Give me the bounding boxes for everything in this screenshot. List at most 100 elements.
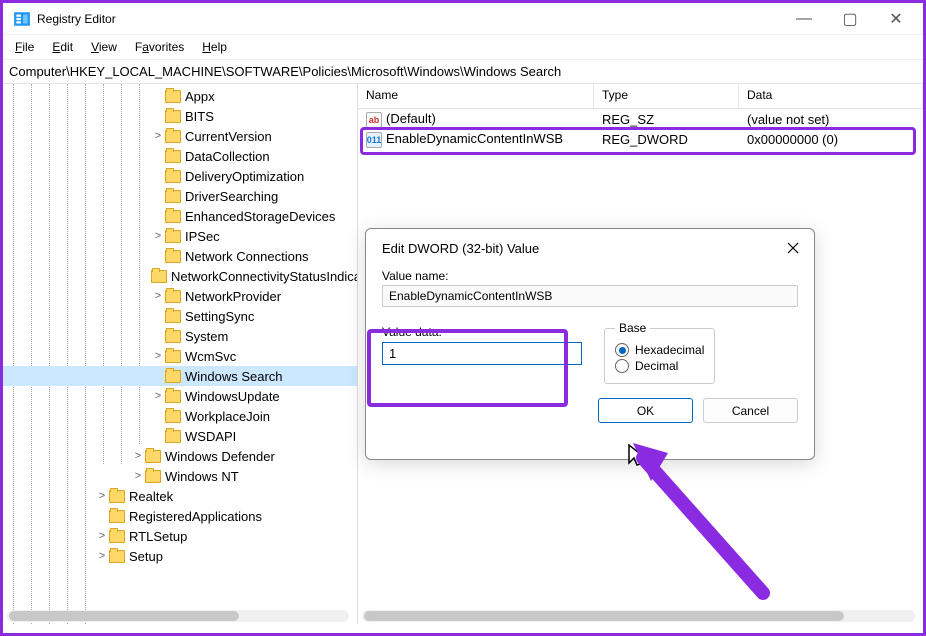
tree-item-label: DataCollection xyxy=(185,149,270,164)
tree-item-label: RegisteredApplications xyxy=(129,509,262,524)
chevron-right-icon: > xyxy=(95,550,109,562)
value-name-field: EnableDynamicContentInWSB xyxy=(382,285,798,307)
tree-item-label: NetworkProvider xyxy=(185,289,281,304)
folder-icon xyxy=(145,450,161,463)
tree-item-network-connections[interactable]: Network Connections xyxy=(3,246,357,266)
folder-icon xyxy=(165,210,181,223)
tree-item-windows-search[interactable]: Windows Search xyxy=(3,366,357,386)
tree-pane[interactable]: Appx BITS > CurrentVersion DataCollection Del… xyxy=(3,84,358,624)
highlight-annotation-input xyxy=(367,329,568,407)
cancel-button[interactable]: Cancel xyxy=(703,398,798,423)
tree-item-label: Windows Search xyxy=(185,369,283,384)
menu-favorites[interactable]: Favorites xyxy=(127,38,192,56)
tree-item-rtlsetup[interactable]: >RTLSetup xyxy=(3,526,357,546)
tree-item-wcmsvc[interactable]: >WcmSvc xyxy=(3,346,357,366)
menu-file[interactable]: File xyxy=(7,38,42,56)
chevron-right-icon: > xyxy=(151,350,165,362)
dialog-title: Edit DWORD (32-bit) Value xyxy=(382,241,539,256)
value-name-label: Value name: xyxy=(382,269,798,283)
minimize-button[interactable]: — xyxy=(781,4,827,34)
tree-item-windows-nt[interactable]: >Windows NT xyxy=(3,466,357,486)
value-row[interactable]: ab(Default)REG_SZ(value not set) xyxy=(358,109,923,129)
window-title: Registry Editor xyxy=(37,12,781,26)
folder-icon xyxy=(165,370,181,383)
tree-item-deliveryoptimization[interactable]: DeliveryOptimization xyxy=(3,166,357,186)
menubar: File Edit View Favorites Help xyxy=(3,35,923,59)
radio-hex-indicator xyxy=(615,343,629,357)
chevron-right-icon: > xyxy=(131,470,145,482)
folder-icon xyxy=(145,470,161,483)
folder-icon xyxy=(165,390,181,403)
tree-item-label: BITS xyxy=(185,109,214,124)
arrow-annotation xyxy=(623,433,773,603)
tree-item-appx[interactable]: Appx xyxy=(3,86,357,106)
tree-item-driversearching[interactable]: DriverSearching xyxy=(3,186,357,206)
tree-item-networkconnectivitystatusindicator[interactable]: NetworkConnectivityStatusIndicator xyxy=(3,266,357,286)
string-value-icon: ab xyxy=(366,112,382,128)
tree-item-label: DeliveryOptimization xyxy=(185,169,304,184)
folder-icon xyxy=(165,250,181,263)
tree-item-bits[interactable]: BITS xyxy=(3,106,357,126)
address-bar[interactable]: Computer\HKEY_LOCAL_MACHINE\SOFTWARE\Pol… xyxy=(3,59,923,84)
tree-item-label: Setup xyxy=(129,549,163,564)
folder-icon xyxy=(165,230,181,243)
menu-help[interactable]: Help xyxy=(194,38,235,56)
folder-icon xyxy=(165,430,181,443)
list-scrollbar[interactable] xyxy=(362,610,915,622)
tree-item-networkprovider[interactable]: > NetworkProvider xyxy=(3,286,357,306)
folder-icon xyxy=(165,130,181,143)
tree-item-currentversion[interactable]: > CurrentVersion xyxy=(3,126,357,146)
tree-item-windows-defender[interactable]: >Windows Defender xyxy=(3,446,357,466)
folder-icon xyxy=(151,270,167,283)
chevron-right-icon: > xyxy=(151,290,165,302)
tree-item-label: IPSec xyxy=(185,229,220,244)
menu-view[interactable]: View xyxy=(83,38,125,56)
chevron-right-icon: > xyxy=(151,230,165,242)
ok-button[interactable]: OK xyxy=(598,398,693,423)
regedit-icon xyxy=(13,10,31,28)
registry-editor-window: Registry Editor — ▢ ✕ File Edit View Fav… xyxy=(0,0,926,636)
chevron-right-icon: > xyxy=(95,490,109,502)
chevron-right-icon: > xyxy=(151,390,165,402)
tree-item-label: Windows Defender xyxy=(165,449,275,464)
maximize-button[interactable]: ▢ xyxy=(827,4,873,34)
tree-item-label: WindowsUpdate xyxy=(185,389,280,404)
folder-icon xyxy=(165,330,181,343)
tree-item-label: RTLSetup xyxy=(129,529,187,544)
folder-icon xyxy=(165,290,181,303)
dialog-close-button[interactable] xyxy=(784,239,802,257)
chevron-right-icon: > xyxy=(151,130,165,142)
titlebar[interactable]: Registry Editor — ▢ ✕ xyxy=(3,3,923,35)
tree-item-wsdapi[interactable]: WSDAPI xyxy=(3,426,357,446)
tree-scrollbar[interactable] xyxy=(7,610,349,622)
radio-dec[interactable]: Decimal xyxy=(615,359,704,373)
radio-dec-indicator xyxy=(615,359,629,373)
close-window-button[interactable]: ✕ xyxy=(873,4,919,34)
tree-item-settingsync[interactable]: SettingSync xyxy=(3,306,357,326)
tree-item-label: EnhancedStorageDevices xyxy=(185,209,335,224)
col-type[interactable]: Type xyxy=(594,84,739,108)
tree-item-realtek[interactable]: >Realtek xyxy=(3,486,357,506)
tree-item-ipsec[interactable]: > IPSec xyxy=(3,226,357,246)
tree-item-label: Network Connections xyxy=(185,249,309,264)
tree-item-workplacejoin[interactable]: WorkplaceJoin xyxy=(3,406,357,426)
tree-item-enhancedstoragedevices[interactable]: EnhancedStorageDevices xyxy=(3,206,357,226)
base-group: Base Hexadecimal Decimal xyxy=(604,321,715,384)
tree-item-registeredapplications[interactable]: RegisteredApplications xyxy=(3,506,357,526)
folder-icon xyxy=(165,170,181,183)
tree-item-setup[interactable]: > Setup xyxy=(3,546,357,566)
tree-item-label: DriverSearching xyxy=(185,189,278,204)
radio-hex[interactable]: Hexadecimal xyxy=(615,343,704,357)
folder-icon xyxy=(165,90,181,103)
col-name[interactable]: Name xyxy=(358,84,594,108)
folder-icon xyxy=(165,310,181,323)
tree-item-label: CurrentVersion xyxy=(185,129,272,144)
folder-icon xyxy=(165,110,181,123)
tree-item-datacollection[interactable]: DataCollection xyxy=(3,146,357,166)
tree-item-windowsupdate[interactable]: > WindowsUpdate xyxy=(3,386,357,406)
menu-edit[interactable]: Edit xyxy=(44,38,81,56)
tree-item-system[interactable]: System xyxy=(3,326,357,346)
list-header: Name Type Data xyxy=(358,84,923,109)
tree-item-label: Appx xyxy=(185,89,215,104)
col-data[interactable]: Data xyxy=(739,84,923,108)
